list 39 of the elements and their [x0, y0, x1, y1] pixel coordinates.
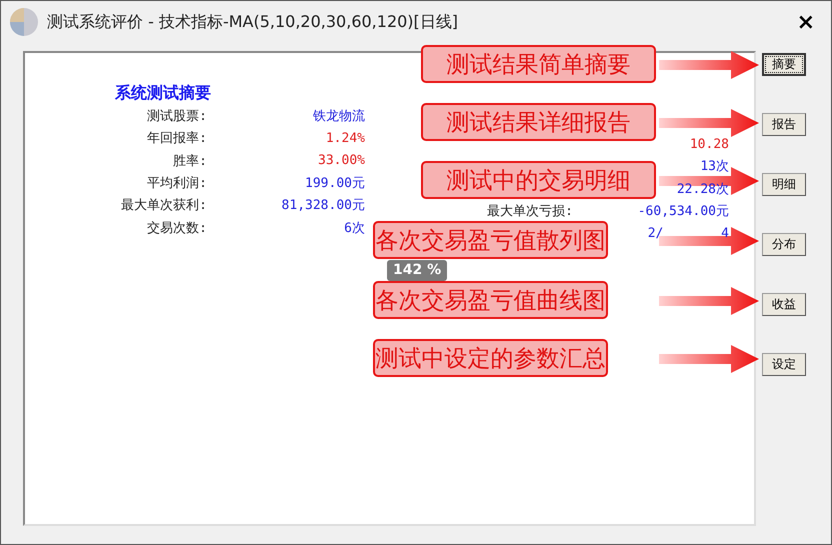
app-icon — [9, 7, 39, 37]
callout-label: 测试中的交易明细 — [421, 161, 656, 199]
stat-value: 199.00元 — [304, 175, 365, 192]
stat-label: 最大单次亏损: — [487, 204, 573, 220]
stat-label: 平均利润: — [146, 175, 207, 192]
tab-button[interactable]: 收益 — [762, 293, 806, 316]
zoom-badge: 142 % — [387, 260, 448, 281]
tab-button[interactable]: 摘要 — [762, 53, 806, 76]
callout-label: 各次交易盈亏值曲线图 — [373, 281, 608, 319]
callout-label: 测试结果详细报告 — [421, 103, 656, 141]
arrow-icon — [659, 109, 759, 137]
stat-label: 胜率: — [172, 152, 207, 170]
stat-value: 10.28 — [690, 136, 729, 152]
callout-label: 测试结果简单摘要 — [421, 45, 656, 83]
callout-label: 测试中设定的参数汇总 — [373, 339, 608, 377]
callout-label: 各次交易盈亏值散列图 — [373, 221, 608, 259]
stat-value: 铁龙物流 — [312, 108, 365, 126]
stat-value: 13次 — [700, 159, 729, 174]
stat-label: 最大单次获利: — [120, 197, 207, 214]
tab-button[interactable]: 分布 — [762, 233, 806, 256]
stat-label: 年回报率: — [146, 130, 207, 148]
stat-value: 6次 — [343, 220, 365, 237]
tab-button[interactable]: 明细 — [762, 173, 806, 196]
summary-title: 系统测试摘要 — [114, 83, 212, 104]
stat-label: 测试股票: — [146, 108, 207, 126]
stat-value: 2/ — [648, 226, 664, 241]
stat-value: 1.24% — [324, 130, 365, 146]
close-button[interactable]: × — [788, 10, 823, 34]
arrow-icon — [659, 345, 759, 373]
stat-value: -60,534.00元 — [638, 204, 729, 220]
tab-button[interactable]: 报告 — [762, 113, 806, 136]
stat-value: 81,328.00元 — [280, 197, 365, 214]
stat-value: 22.28次 — [676, 182, 729, 197]
stat-value: 33.00% — [317, 153, 365, 168]
tab-button[interactable]: 设定 — [762, 353, 806, 376]
arrow-icon — [659, 51, 759, 79]
stat-label: 交易次数: — [146, 220, 207, 237]
window-title: 测试系统评价 - 技术指标-MA(5,10,20,30,60,120)[日线] — [47, 12, 460, 32]
arrow-icon — [659, 287, 759, 315]
